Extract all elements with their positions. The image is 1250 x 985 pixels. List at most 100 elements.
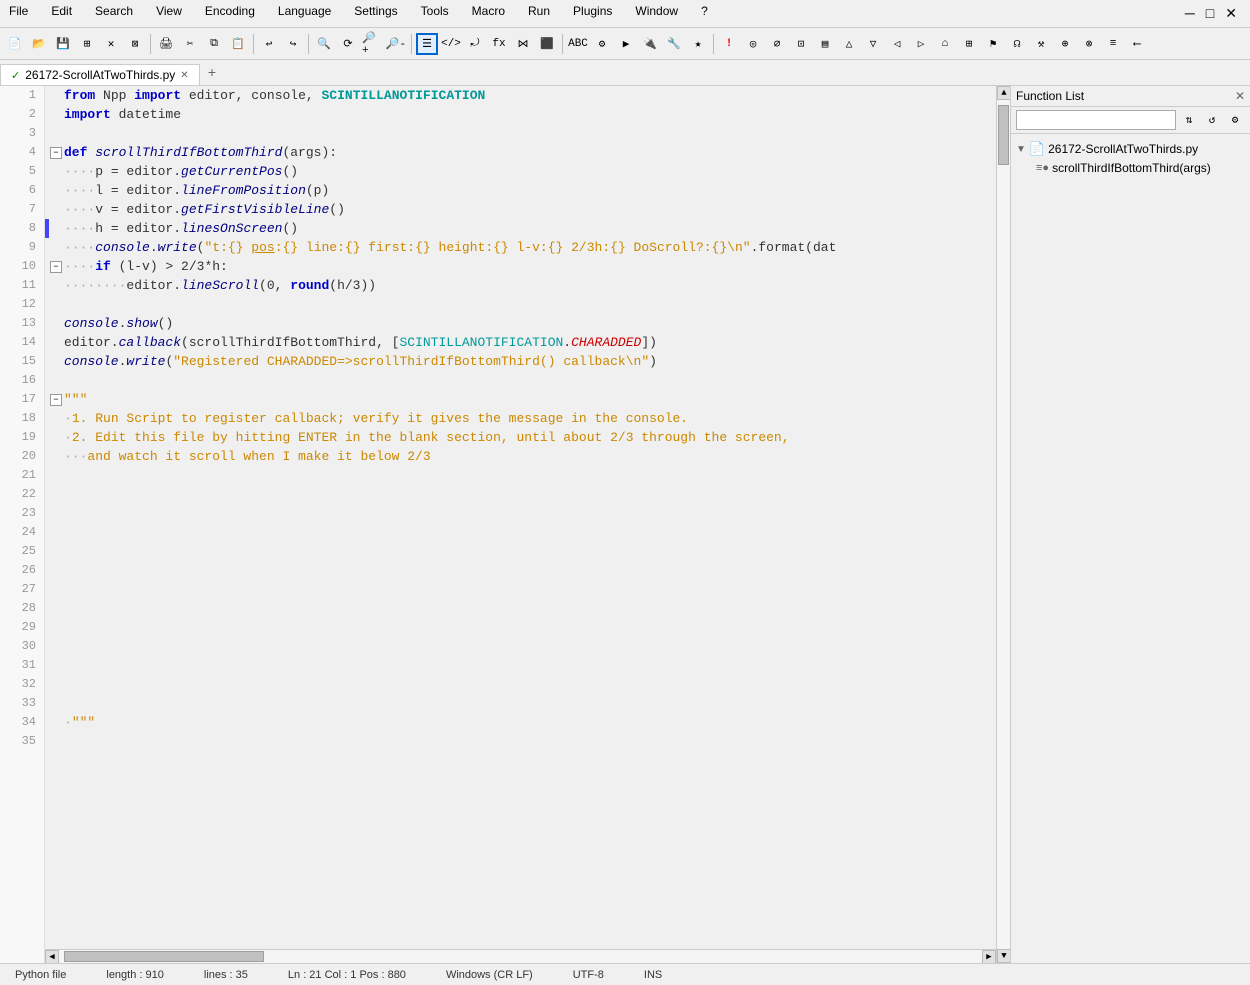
hs-right-button[interactable]: ▶ <box>982 950 996 963</box>
vs-down-button[interactable]: ▼ <box>997 949 1010 963</box>
tb-find[interactable]: 🔍 <box>313 33 335 55</box>
win-maximize[interactable]: □ <box>1202 4 1218 23</box>
tb-extra6[interactable]: △ <box>838 33 860 55</box>
tb-undo[interactable]: ↩ <box>258 33 280 55</box>
code-line[interactable] <box>45 542 996 561</box>
settings-button[interactable]: ⚙ <box>1225 110 1245 130</box>
tb-close[interactable]: ✕ <box>100 33 122 55</box>
file-tab[interactable]: ✓ 26172-ScrollAtTwoThirds.py ✕ <box>0 64 200 85</box>
code-line[interactable]: ···and watch it scroll when I make it be… <box>45 447 996 466</box>
refresh-button[interactable]: ↺ <box>1202 110 1222 130</box>
tb-plugin1[interactable]: 🔌 <box>639 33 661 55</box>
code-line[interactable] <box>45 599 996 618</box>
menu-encoding[interactable]: Encoding <box>201 3 259 24</box>
menu-macro[interactable]: Macro <box>468 3 509 24</box>
code-line[interactable] <box>45 485 996 504</box>
tb-extra9[interactable]: ▷ <box>910 33 932 55</box>
code-line[interactable] <box>45 637 996 656</box>
tb-zoomout[interactable]: 🔎- <box>385 33 407 55</box>
menu-settings[interactable]: Settings <box>350 3 401 24</box>
menu-edit[interactable]: Edit <box>47 3 76 24</box>
code-line[interactable]: ····h = editor.linesOnScreen() <box>45 219 996 238</box>
menu-language[interactable]: Language <box>274 3 335 24</box>
menu-window[interactable]: Window <box>631 3 682 24</box>
vertical-scrollbar[interactable]: ▲ ▼ <box>996 86 1010 963</box>
code-line[interactable]: ········editor.lineScroll(0, round(h/3)) <box>45 276 996 295</box>
tb-print[interactable]: 🖨 <box>155 33 177 55</box>
tb-extra17[interactable]: ≡ <box>1102 33 1124 55</box>
tree-file-item[interactable]: ▼ 📄 26172-ScrollAtTwoThirds.py <box>1016 139 1245 159</box>
tb-extra12[interactable]: ⚑ <box>982 33 1004 55</box>
fold-indicator[interactable]: − <box>50 394 62 406</box>
tb-snap[interactable]: ⋈ <box>512 33 534 55</box>
win-minimize[interactable]: ─ <box>1181 4 1199 23</box>
code-line[interactable]: console.show() <box>45 314 996 333</box>
tb-saveall[interactable]: ⊞ <box>76 33 98 55</box>
tb-run[interactable]: ▶ <box>615 33 637 55</box>
code-line[interactable] <box>45 618 996 637</box>
code-line[interactable] <box>45 466 996 485</box>
code-line[interactable]: ····l = editor.lineFromPosition(p) <box>45 181 996 200</box>
horizontal-scrollbar[interactable]: ◀ ▶ <box>45 949 996 963</box>
code-line[interactable] <box>45 523 996 542</box>
tb-redo[interactable]: ↪ <box>282 33 304 55</box>
tb-wrap[interactable]: ⤾ <box>464 33 486 55</box>
tb-plugin3[interactable]: ★ <box>687 33 709 55</box>
tab-close-button[interactable]: ✕ <box>180 70 188 81</box>
code-line[interactable]: −def scrollThirdIfBottomThird(args): <box>45 143 996 162</box>
code-line[interactable]: ·1. Run Script to register callback; ver… <box>45 409 996 428</box>
fold-indicator[interactable]: − <box>50 261 62 273</box>
code-line[interactable] <box>45 504 996 523</box>
tb-extra10[interactable]: ⌂ <box>934 33 956 55</box>
code-line[interactable] <box>45 694 996 713</box>
code-line[interactable] <box>45 656 996 675</box>
vs-up-button[interactable]: ▲ <box>997 86 1010 100</box>
tb-extra18[interactable]: ⟵ <box>1126 33 1148 55</box>
code-line[interactable] <box>45 124 996 143</box>
fold-indicator[interactable]: − <box>50 147 62 159</box>
menu-plugins[interactable]: Plugins <box>569 3 616 24</box>
sort-button[interactable]: ⇅ <box>1179 110 1199 130</box>
function-search-input[interactable] <box>1016 110 1176 130</box>
vs-track[interactable] <box>997 100 1010 949</box>
tb-extra7[interactable]: ▽ <box>862 33 884 55</box>
new-tab-button[interactable]: + <box>200 63 224 85</box>
tb-extra16[interactable]: ⊗ <box>1078 33 1100 55</box>
tree-function-item[interactable]: ≡● scrollThirdIfBottomThird(args) <box>1036 159 1245 177</box>
code-line[interactable]: ·2. Edit this file by hitting ENTER in t… <box>45 428 996 447</box>
code-line[interactable]: −""" <box>45 390 996 409</box>
code-line[interactable]: ····console.write("t:{} pos:{} line:{} f… <box>45 238 996 257</box>
menu-file[interactable]: File <box>5 3 32 24</box>
code-line[interactable] <box>45 675 996 694</box>
code-line[interactable] <box>45 295 996 314</box>
tb-save[interactable]: 💾 <box>52 33 74 55</box>
menu-search[interactable]: Search <box>91 3 137 24</box>
code-line[interactable]: editor.callback(scrollThirdIfBottomThird… <box>45 333 996 352</box>
tb-code[interactable]: </> <box>440 33 462 55</box>
tb-open[interactable]: 📂 <box>28 33 50 55</box>
code-line[interactable] <box>45 732 996 751</box>
tb-paste[interactable]: 📋 <box>227 33 249 55</box>
tb-extra14[interactable]: ⚒ <box>1030 33 1052 55</box>
tb-extra1[interactable]: ! <box>718 33 740 55</box>
code-area[interactable]: from Npp import editor, console, SCINTIL… <box>45 86 996 949</box>
code-line[interactable] <box>45 561 996 580</box>
tb-extra13[interactable]: ☊ <box>1006 33 1028 55</box>
code-line[interactable]: ····p = editor.getCurrentPos() <box>45 162 996 181</box>
tb-cut[interactable]: ✂ <box>179 33 201 55</box>
tb-plugin2[interactable]: 🔧 <box>663 33 685 55</box>
tb-list[interactable]: ☰ <box>416 33 438 55</box>
tb-extra5[interactable]: ▤ <box>814 33 836 55</box>
tb-extra11[interactable]: ⊞ <box>958 33 980 55</box>
tb-macro[interactable]: ⚙ <box>591 33 613 55</box>
tb-extra4[interactable]: ⊡ <box>790 33 812 55</box>
tb-extra8[interactable]: ◁ <box>886 33 908 55</box>
menu-view[interactable]: View <box>152 3 186 24</box>
menu-help[interactable]: ? <box>697 3 712 24</box>
tb-extra2[interactable]: ◎ <box>742 33 764 55</box>
code-line[interactable]: console.write("Registered CHARADDED=>scr… <box>45 352 996 371</box>
hs-left-button[interactable]: ◀ <box>45 950 59 963</box>
tb-copy[interactable]: ⧉ <box>203 33 225 55</box>
panel-close-button[interactable]: ✕ <box>1235 89 1245 103</box>
code-line[interactable] <box>45 580 996 599</box>
